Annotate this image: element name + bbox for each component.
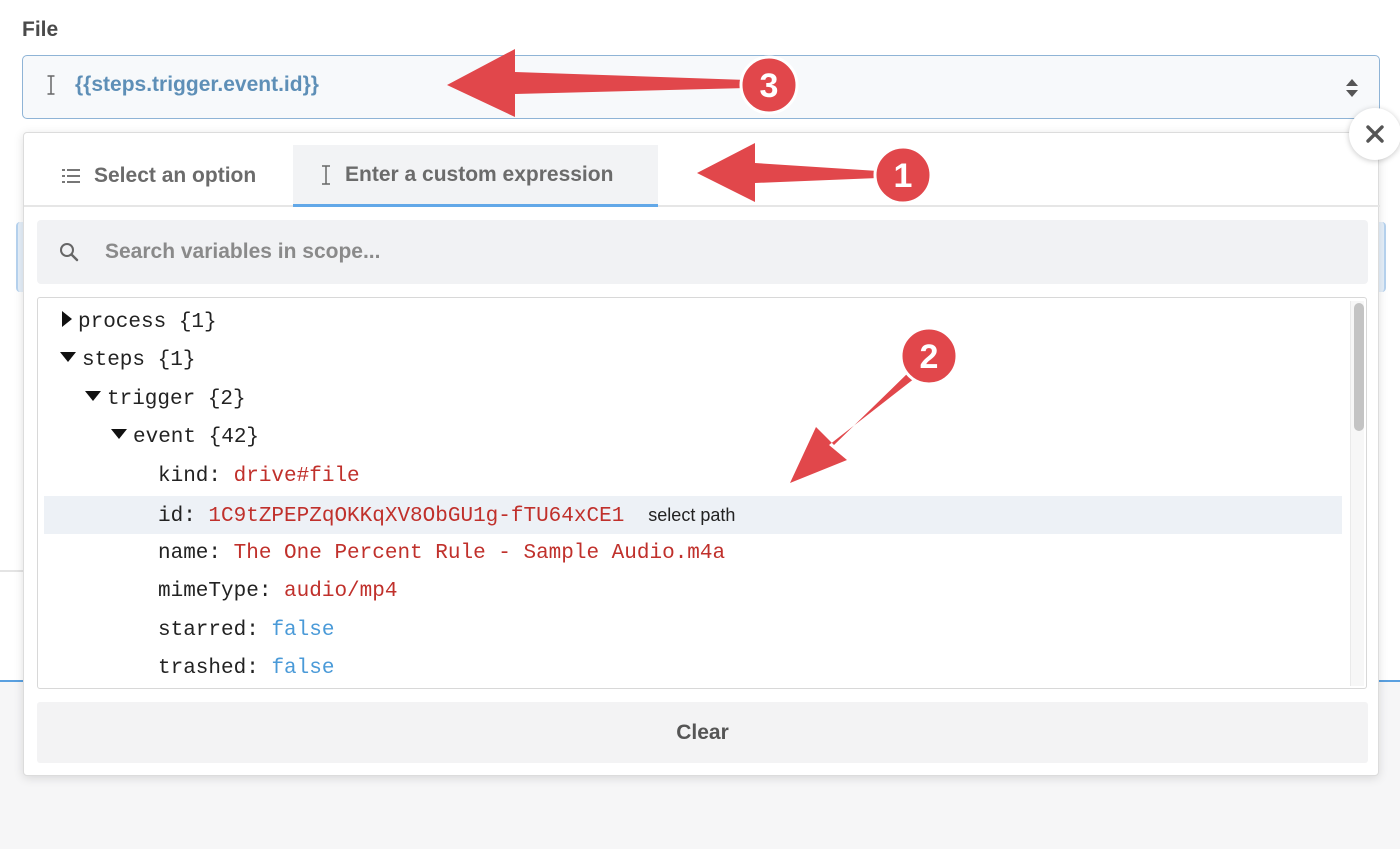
tab-label: Select an option [94, 164, 257, 187]
tree-row-kind[interactable]: kind: drive#file [38, 458, 1343, 496]
tree-value: false [271, 619, 335, 642]
tree-row-id[interactable]: id: 1C9tZPEPZqOKKqXV8ObGU1g-fTU64xCE1 sel… [44, 496, 1342, 534]
collapse-triangle-icon[interactable] [111, 429, 127, 440]
tree-node-event[interactable]: event {42} [38, 419, 1343, 457]
tab-select-option[interactable]: Select an option [40, 145, 292, 207]
tree-node-count: {2} [207, 388, 246, 411]
collapse-triangle-icon[interactable] [60, 352, 76, 363]
text-cursor-icon [322, 164, 330, 185]
search-input[interactable] [105, 234, 1305, 270]
close-button[interactable] [1349, 108, 1400, 160]
tab-bar: Select an option Enter a custom expressi… [24, 133, 1380, 207]
field-label: File [22, 18, 59, 41]
tab-custom-expression[interactable]: Enter a custom expression [293, 145, 658, 207]
select-path-link[interactable]: select path [648, 505, 735, 525]
tree-key: starred: [158, 619, 259, 642]
search-bar [37, 220, 1368, 284]
search-icon [60, 243, 79, 262]
expand-triangle-icon[interactable] [62, 311, 72, 328]
background-panel-edge [1378, 222, 1386, 292]
tree-node-key: process [78, 311, 167, 334]
tree-key: trashed: [158, 657, 259, 680]
tree-row-name[interactable]: name: The One Percent Rule - Sample Audi… [38, 535, 1343, 573]
file-select[interactable]: {{steps.trigger.event.id}} [22, 55, 1380, 119]
tree-node-count: {1} [178, 311, 217, 334]
scrollbar-thumb[interactable] [1354, 303, 1364, 431]
sort-arrows-icon [1346, 79, 1358, 97]
tree-node-key: trigger [107, 388, 196, 411]
tree-node-count: {1} [157, 349, 196, 372]
tree-value: audio/mp4 [284, 580, 398, 603]
tree-node-steps[interactable]: steps {1} [38, 342, 1343, 380]
tree-key: kind: [158, 465, 222, 488]
tree-row-mimetype[interactable]: mimeType: audio/mp4 [38, 573, 1343, 611]
tree-key: id: [158, 505, 196, 528]
text-cursor-icon [47, 75, 55, 95]
tree-node-trigger[interactable]: trigger {2} [38, 381, 1343, 419]
clear-button[interactable]: Clear [37, 702, 1368, 763]
tree-node-process[interactable]: process {1} [38, 304, 1343, 342]
expression-popover: Select an option Enter a custom expressi… [23, 132, 1380, 776]
tab-label: Enter a custom expression [345, 162, 614, 186]
tree-value: 1C9tZPEPZqOKKqXV8ObGU1g-fTU64xCE1 [208, 505, 625, 528]
tree-value: false [271, 657, 335, 680]
tree-node-key: event [133, 426, 197, 449]
tree-row-starred[interactable]: starred: false [38, 612, 1343, 650]
tree-key: mimeType: [158, 580, 272, 603]
variable-tree: process {1} steps {1} trigger {2} event … [37, 297, 1367, 689]
select-value: {{steps.trigger.event.id}} [75, 73, 319, 96]
tree-node-key: steps [82, 349, 146, 372]
list-icon [62, 169, 80, 183]
tree-node-count: {42} [208, 426, 260, 449]
collapse-triangle-icon[interactable] [85, 391, 101, 402]
scrollbar[interactable] [1350, 301, 1364, 686]
close-icon [1366, 125, 1384, 143]
tree-value: The One Percent Rule - Sample Audio.m4a [233, 542, 726, 565]
tree-key: name: [158, 542, 222, 565]
tree-row-trashed[interactable]: trashed: false [38, 650, 1343, 688]
tree-value: drive#file [233, 465, 360, 488]
